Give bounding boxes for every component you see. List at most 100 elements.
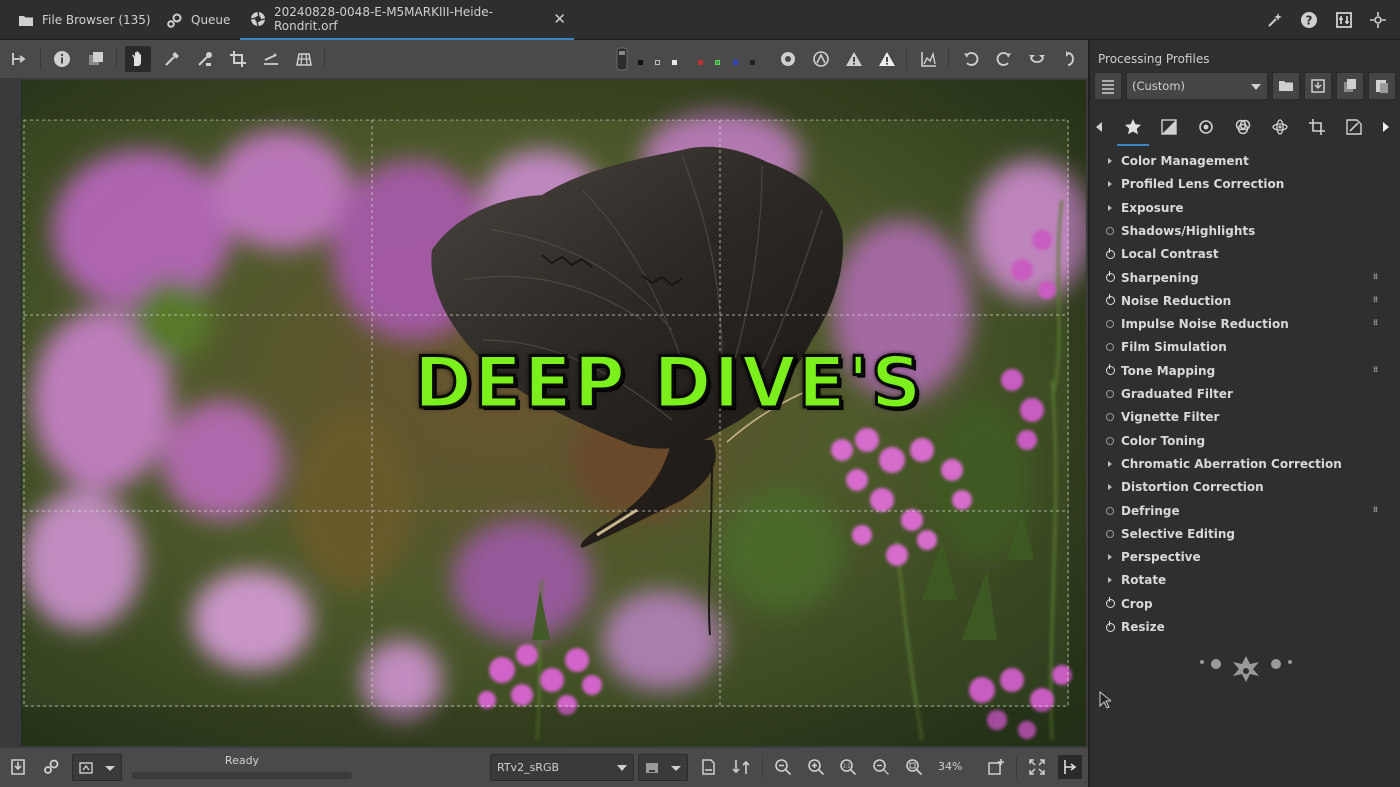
output-profile-select[interactable]: RTv2_sRGB	[490, 754, 634, 781]
soft-proof-icon[interactable]	[696, 755, 720, 779]
power-toggle-icon[interactable]	[1104, 504, 1116, 518]
tab-detail-icon[interactable]	[1193, 114, 1219, 140]
help-icon[interactable]: ?	[1298, 9, 1320, 31]
highlight-clipping-warning-icon[interactable]	[874, 46, 900, 72]
power-toggle-icon[interactable]	[1104, 620, 1116, 634]
tool-item[interactable]: Crop	[1090, 593, 1398, 616]
load-profile-icon[interactable]	[1272, 72, 1300, 100]
preview-toggle-icon[interactable]	[612, 46, 632, 72]
save-profile-icon[interactable]	[1304, 72, 1332, 100]
tool-item[interactable]: Shadows/Highlights	[1090, 220, 1398, 243]
external-editor-select[interactable]	[72, 754, 122, 781]
tool-item[interactable]: Exposure	[1090, 197, 1398, 220]
expand-arrow-icon[interactable]	[1104, 177, 1116, 191]
zoom-fit-icon[interactable]	[869, 755, 893, 779]
tab-advanced-icon[interactable]	[1267, 114, 1293, 140]
preview-blue-channel[interactable]	[733, 60, 738, 65]
tool-item[interactable]: Rotate	[1090, 569, 1398, 592]
preview-white-swatch[interactable]	[672, 60, 677, 65]
shadow-clipping-warning-icon[interactable]	[841, 46, 867, 72]
tool-item[interactable]: Chromatic Aberration Correction	[1090, 453, 1398, 476]
tab-scroll-right-icon[interactable]	[1379, 114, 1393, 140]
tool-item[interactable]: Graduated Filter	[1090, 383, 1398, 406]
perspective-tool-icon[interactable]	[291, 46, 317, 72]
tab-color-icon[interactable]	[1230, 114, 1256, 140]
histogram-icon[interactable]	[916, 46, 942, 72]
power-toggle-icon[interactable]	[1104, 364, 1116, 378]
send-to-queue-icon[interactable]	[40, 755, 64, 779]
tool-item[interactable]: Color Management	[1090, 150, 1398, 173]
preview-red-channel[interactable]	[698, 60, 703, 65]
tool-item[interactable]: Perspective	[1090, 546, 1398, 569]
power-toggle-icon[interactable]	[1104, 387, 1116, 401]
zoom-100-icon[interactable]: 1:1	[836, 755, 860, 779]
preview-black-swatch[interactable]	[638, 60, 643, 65]
flip-horizontal-icon[interactable]	[1024, 46, 1050, 72]
right-panel-toggle-icon[interactable]	[1058, 755, 1082, 779]
tab-scroll-left-icon[interactable]	[1092, 114, 1106, 140]
tool-item[interactable]: Sharpening ⁞⁞	[1090, 267, 1398, 290]
tool-item[interactable]: Tone Mapping ⁞⁞	[1090, 360, 1398, 383]
tab-file-browser[interactable]: File Browser (135)	[18, 0, 151, 40]
left-panel-collapsed[interactable]	[0, 78, 22, 748]
paste-profile-icon[interactable]	[1368, 72, 1396, 100]
expand-arrow-icon[interactable]	[1104, 154, 1116, 168]
new-detail-window-icon[interactable]	[1264, 9, 1286, 31]
straighten-tool-icon[interactable]	[258, 46, 284, 72]
tool-item[interactable]: Film Simulation	[1090, 336, 1398, 359]
tool-item[interactable]: Selective Editing	[1090, 523, 1398, 546]
tab-raw-icon[interactable]	[1341, 114, 1367, 140]
tool-item[interactable]: Defringe ⁞⁞	[1090, 500, 1398, 523]
tab-favorites-icon[interactable]	[1120, 114, 1146, 140]
tool-item[interactable]: Impulse Noise Reduction ⁞⁞	[1090, 313, 1398, 336]
tool-item[interactable]: Resize	[1090, 616, 1398, 639]
photo-preview[interactable]: DEEP DIVE'S	[22, 80, 1086, 746]
tool-item[interactable]: Noise Reduction ⁞⁞	[1090, 290, 1398, 313]
power-toggle-icon[interactable]	[1104, 247, 1116, 261]
crop-tool-icon[interactable]	[225, 46, 251, 72]
preview-gray-swatch[interactable]	[655, 60, 660, 65]
image-viewport[interactable]: DEEP DIVE'S	[0, 78, 1088, 748]
expand-arrow-icon[interactable]	[1104, 480, 1116, 494]
before-after-icon[interactable]	[83, 46, 109, 72]
zoom-out-icon[interactable]	[771, 755, 795, 779]
focus-mask-icon[interactable]	[775, 46, 801, 72]
info-icon[interactable]	[49, 46, 75, 72]
preview-green-channel[interactable]	[715, 60, 720, 65]
rotate-left-icon[interactable]	[958, 46, 984, 72]
power-toggle-icon[interactable]	[1104, 597, 1116, 611]
power-toggle-icon[interactable]	[1104, 294, 1116, 308]
power-toggle-icon[interactable]	[1104, 317, 1116, 331]
history-panel-icon[interactable]	[6, 46, 32, 72]
preferences-icon[interactable]	[1333, 9, 1355, 31]
hand-tool-icon[interactable]	[125, 46, 151, 72]
close-tab-icon[interactable]: ✕	[553, 10, 566, 28]
power-toggle-icon[interactable]	[1104, 527, 1116, 541]
expand-arrow-icon[interactable]	[1104, 457, 1116, 471]
new-detail-window-icon[interactable]	[984, 755, 1008, 779]
expand-arrow-icon[interactable]	[1104, 573, 1116, 587]
white-balance-picker-icon[interactable]	[159, 46, 185, 72]
flip-vertical-icon[interactable]	[1057, 46, 1083, 72]
gamut-check-icon[interactable]	[729, 755, 753, 779]
tab-transform-icon[interactable]	[1304, 114, 1330, 140]
preview-luminance-channel[interactable]	[750, 60, 755, 65]
power-toggle-icon[interactable]	[1104, 340, 1116, 354]
expand-arrow-icon[interactable]	[1104, 201, 1116, 215]
power-toggle-icon[interactable]	[1104, 410, 1116, 424]
profile-list-icon[interactable]	[1094, 72, 1122, 100]
tool-item[interactable]: Vignette Filter	[1090, 406, 1398, 429]
false-color-icon[interactable]	[808, 46, 834, 72]
rendering-intent-select[interactable]	[638, 754, 688, 781]
tool-item[interactable]: Color Toning	[1090, 430, 1398, 453]
power-toggle-icon[interactable]	[1104, 271, 1116, 285]
zoom-fit-crop-icon[interactable]	[902, 755, 926, 779]
fullscreen-toggle-icon[interactable]	[1025, 755, 1049, 779]
expand-arrow-icon[interactable]	[1104, 550, 1116, 564]
zoom-in-icon[interactable]	[804, 755, 828, 779]
fullscreen-icon[interactable]	[1367, 9, 1389, 31]
tool-item[interactable]: Profiled Lens Correction	[1090, 173, 1398, 196]
tab-editor[interactable]: 20240828-0048-E-M5MARKIII-Heide-Rondrit.…	[240, 0, 574, 40]
copy-profile-icon[interactable]	[1336, 72, 1364, 100]
color-picker-icon[interactable]	[192, 46, 218, 72]
